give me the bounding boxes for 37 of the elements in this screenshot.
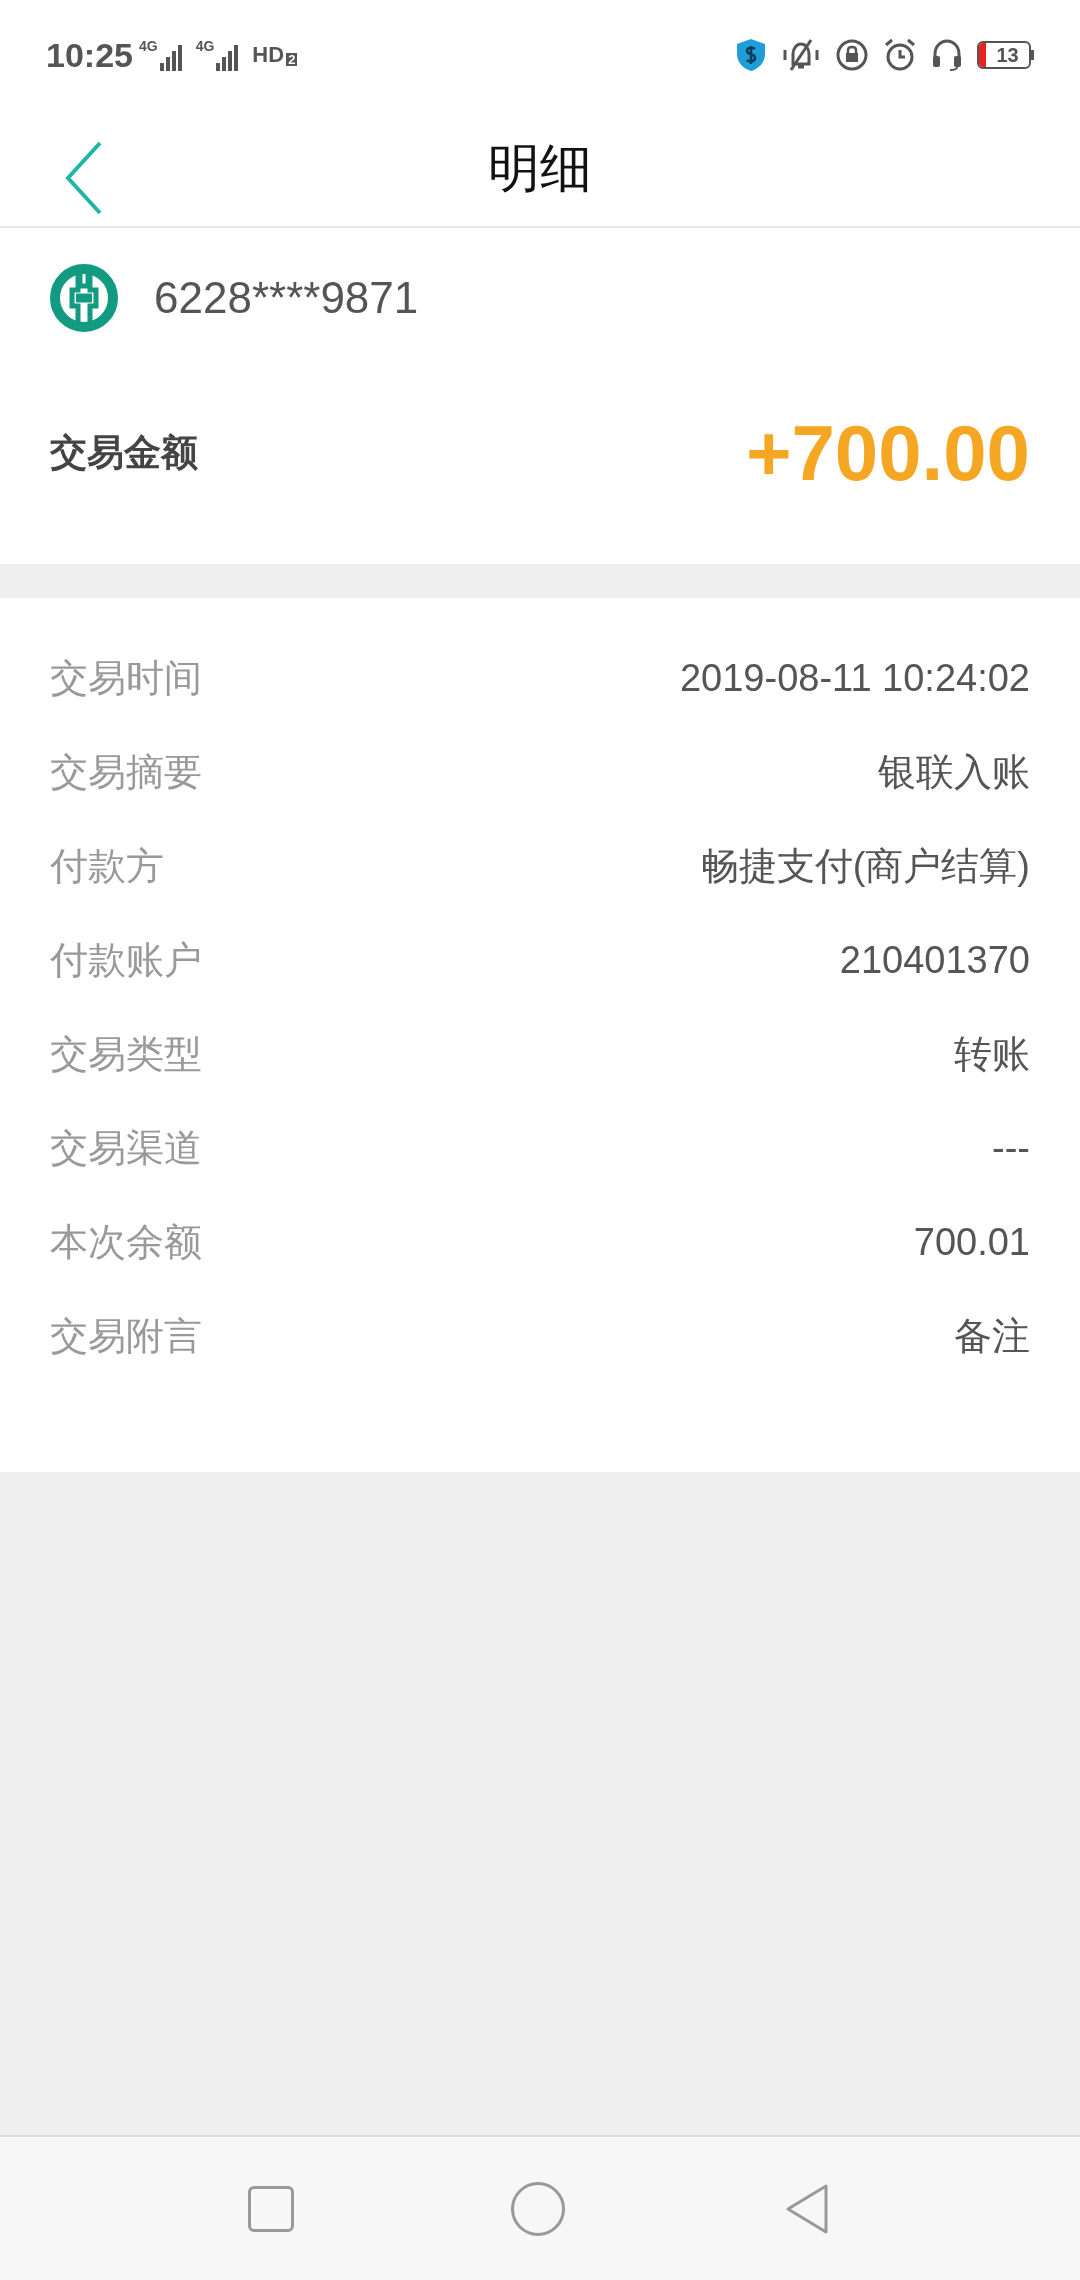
detail-value: 备注 xyxy=(954,1313,1030,1359)
battery-icon: 13 xyxy=(977,41,1034,69)
back-icon xyxy=(64,141,104,215)
bank-logo-icon xyxy=(50,264,118,332)
shield-icon xyxy=(735,38,767,72)
signal-icon xyxy=(159,45,182,71)
signal-icon xyxy=(216,45,239,71)
detail-label: 付款方 xyxy=(50,843,164,889)
detail-label: 本次余额 xyxy=(50,1219,202,1265)
rotation-lock-icon xyxy=(835,38,869,72)
detail-value: 银联入账 xyxy=(878,749,1030,795)
detail-label: 交易附言 xyxy=(50,1313,202,1359)
detail-value: 畅捷支付(商户结算) xyxy=(700,843,1030,889)
headset-icon xyxy=(931,38,963,72)
detail-value: 210401370 xyxy=(839,937,1030,983)
detail-value: 2019-08-11 10:24:02 xyxy=(679,655,1030,701)
alarm-icon xyxy=(883,38,917,72)
card-number: 6228****9871 xyxy=(154,272,419,324)
recents-button[interactable] xyxy=(248,2185,295,2232)
detail-value: 转账 xyxy=(954,1031,1030,1077)
detail-value: 700.01 xyxy=(913,1219,1030,1265)
detail-value: --- xyxy=(992,1125,1030,1171)
status-time: 10:25 xyxy=(46,34,133,76)
amount-value: +700.00 xyxy=(745,407,1030,499)
detail-label: 交易摘要 xyxy=(50,749,202,795)
detail-label: 交易渠道 xyxy=(50,1125,202,1171)
detail-label: 付款账户 xyxy=(50,937,202,983)
hd-voice-index: 2 xyxy=(286,53,298,66)
page-title: 明细 xyxy=(488,138,592,199)
detail-label: 交易类型 xyxy=(50,1031,202,1077)
network-label: 4G xyxy=(138,39,158,53)
home-button[interactable] xyxy=(511,2181,565,2236)
network-label: 4G xyxy=(195,39,215,53)
amount-label: 交易金额 xyxy=(50,431,198,476)
detail-label: 交易时间 xyxy=(50,655,202,701)
hd-voice-label: HD xyxy=(252,44,285,66)
muted-bell-icon xyxy=(781,38,821,72)
